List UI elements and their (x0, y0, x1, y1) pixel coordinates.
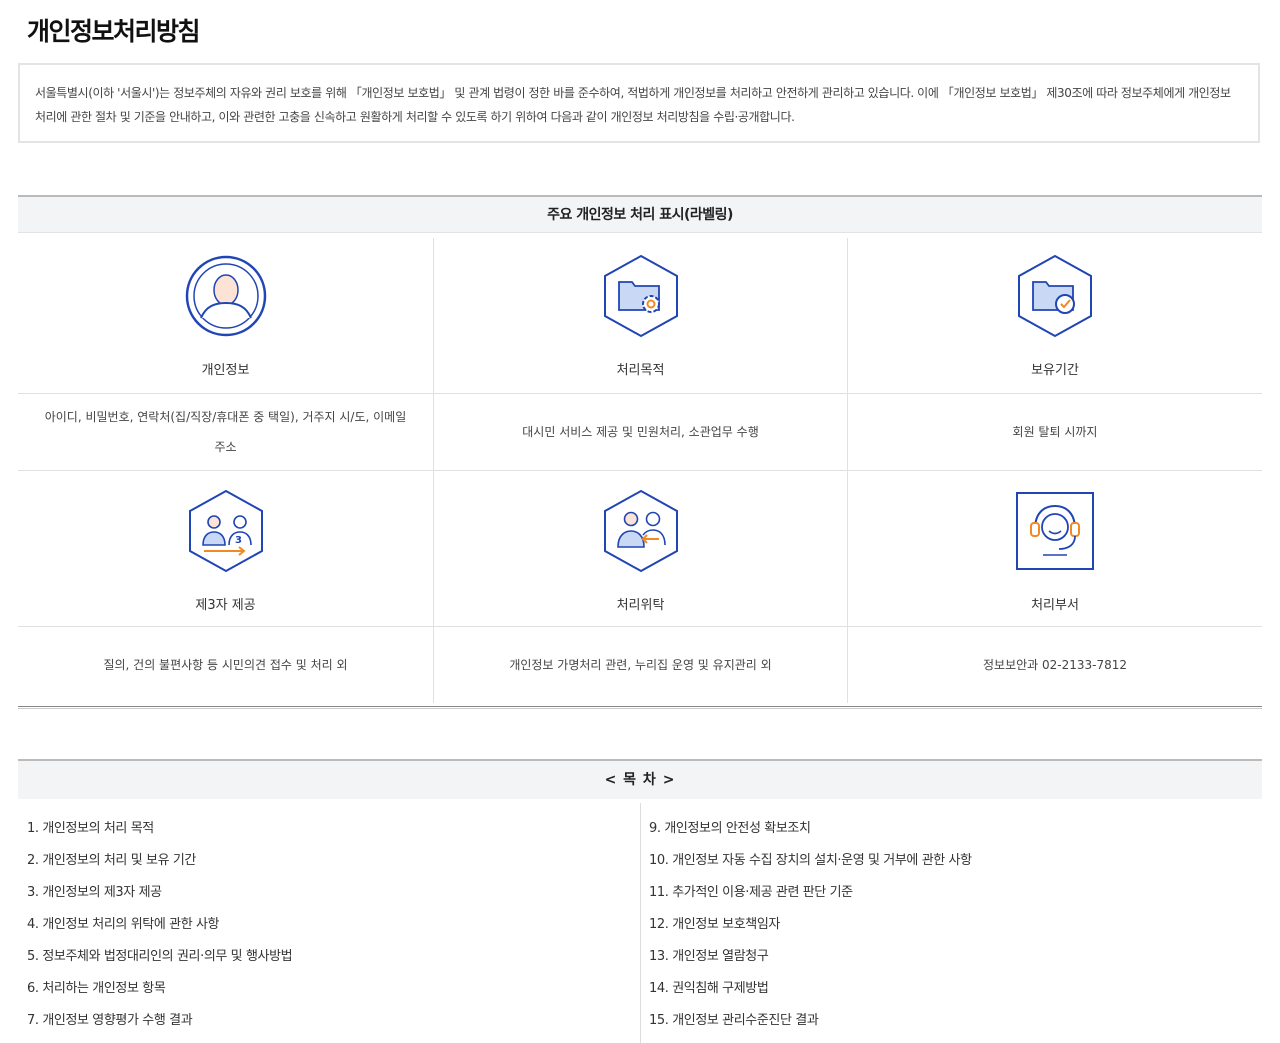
labeling-bottom-border (18, 706, 1262, 709)
label-desc-personal-info: 아이디, 비밀번호, 연락처(집/직장/휴대폰 중 택일), 거주지 시/도, … (44, 409, 407, 454)
label-desc-third-party: 질의, 건의 불편사항 등 시민의견 접수 및 처리 외 (103, 658, 348, 672)
toc-link[interactable]: 12. 개인정보 보호책임자 (649, 909, 972, 941)
toc-link[interactable]: 3. 개인정보의 제3자 제공 (27, 877, 292, 909)
labeling-section: 주요 개인정보 처리 표시(라벨링) 개인정보 처리목적 보유기간 아이디, 비… (18, 195, 1262, 710)
toc-link[interactable]: 15. 개인정보 관리수준진단 결과 (649, 1005, 972, 1037)
headset-icon (1016, 492, 1094, 570)
toc-link[interactable]: 2. 개인정보의 처리 및 보유 기간 (27, 845, 292, 877)
grid-divider (18, 470, 1262, 471)
grid-divider (18, 626, 1262, 627)
label-desc-retention: 회원 탈퇴 시까지 (1012, 424, 1098, 439)
label-item-third-party: 3 제3자 제공 (18, 473, 433, 626)
toc-left-list: 1. 개인정보의 처리 목적 2. 개인정보의 처리 및 보유 기간 3. 개인… (27, 813, 293, 1037)
toc-section: < 목 차 > 1. 개인정보의 처리 목적 2. 개인정보의 처리 및 보유 … (18, 759, 1262, 1043)
toc-link[interactable]: 1. 개인정보의 처리 목적 (27, 813, 292, 845)
page-title: 개인정보처리방침 (27, 17, 201, 46)
toc-link[interactable]: 11. 추가적인 이용·제공 관련 판단 기준 (649, 877, 972, 909)
toc-link[interactable]: 4. 개인정보 처리의 위탁에 관한 사항 (27, 909, 292, 941)
toc-link[interactable]: 5. 정보주체와 법정대리인의 권리·의무 및 행사방법 (27, 941, 293, 973)
toc-columns: 1. 개인정보의 처리 목적 2. 개인정보의 처리 및 보유 기간 3. 개인… (18, 799, 1262, 1043)
grid-divider (18, 393, 1262, 394)
toc-link[interactable]: 10. 개인정보 자동 수집 장치의 설치·운영 및 거부에 관한 사항 (649, 845, 972, 877)
label-item-personal-info: 개인정보 (18, 238, 433, 393)
folder-clock-icon (1018, 254, 1092, 338)
intro-text: 서울특별시(이하 '서울시')는 정보주체의 자유와 권리 보호를 위해 「개인… (35, 86, 1231, 124)
toc-link[interactable]: 9. 개인정보의 안전성 확보조치 (649, 813, 972, 845)
svg-text:3: 3 (235, 535, 242, 546)
label-caption: 처리목적 (616, 363, 665, 378)
person-icon (185, 255, 266, 337)
label-desc-department: 정보보안과 02-2133-7812 (982, 658, 1128, 672)
toc-link[interactable]: 13. 개인정보 열람청구 (649, 941, 972, 973)
label-item-purpose: 처리목적 (434, 238, 847, 393)
toc-divider (640, 803, 641, 1043)
label-desc-consignment: 개인정보 가명처리 관련, 누리집 운영 및 유지관리 외 (509, 658, 772, 672)
label-caption: 제3자 제공 (195, 598, 256, 613)
label-caption: 개인정보 (201, 363, 250, 378)
label-item-retention: 보유기간 (848, 238, 1262, 393)
consignment-icon (603, 489, 678, 573)
folder-gear-icon (603, 254, 678, 338)
toc-title: < 목 차 > (18, 759, 1262, 799)
toc-link[interactable]: 14. 권익침해 구제방법 (649, 973, 972, 1005)
label-caption: 처리위탁 (616, 598, 665, 613)
label-desc-purpose: 대시민 서비스 제공 및 민원처리, 소관업무 수행 (522, 424, 759, 439)
toc-link[interactable]: 7. 개인정보 영향평가 수행 결과 (27, 1005, 292, 1037)
label-item-consignment: 처리위탁 (434, 473, 847, 626)
intro-box: 서울특별시(이하 '서울시')는 정보주체의 자유와 권리 보호를 위해 「개인… (18, 63, 1260, 143)
toc-right-list: 9. 개인정보의 안전성 확보조치 10. 개인정보 자동 수집 장치의 설치·… (649, 813, 972, 1037)
toc-link[interactable]: 6. 처리하는 개인정보 항목 (27, 973, 292, 1005)
labeling-title: 주요 개인정보 처리 표시(라벨링) (18, 195, 1262, 233)
label-item-department: 처리부서 (848, 473, 1262, 626)
label-caption: 보유기간 (1031, 363, 1079, 378)
third-party-icon: 3 (188, 489, 263, 573)
label-caption: 처리부서 (1031, 598, 1079, 613)
